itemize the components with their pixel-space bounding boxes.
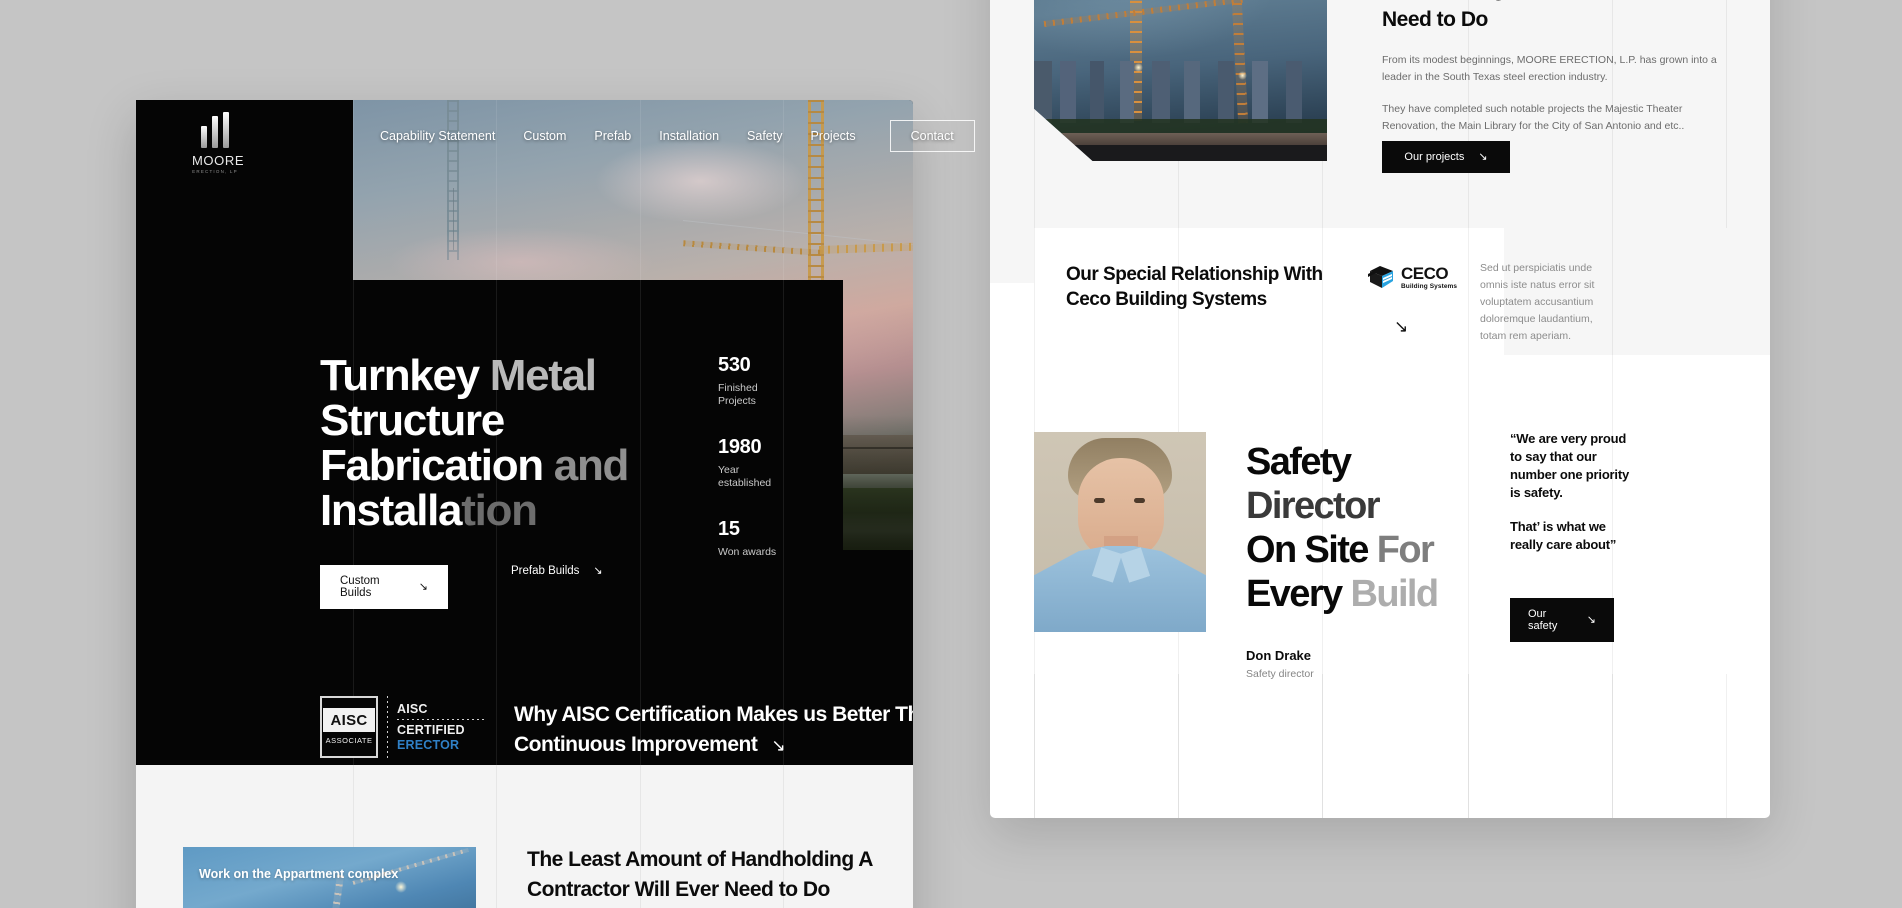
stat-number: 1980	[718, 436, 762, 458]
quote-paragraph: “We are very proud to say that our numbe…	[1510, 431, 1629, 500]
nav-item-projects[interactable]: Projects	[810, 129, 855, 143]
least-amount-headline: The Least Amount of Handholding A Contra…	[527, 848, 873, 901]
headline-part: Every	[1246, 573, 1351, 615]
logo-wordmark: MOORE	[192, 153, 245, 168]
bars-logo-icon	[192, 112, 238, 148]
crane-light	[1238, 71, 1247, 80]
aisc-line-3: ERECTOR	[397, 738, 460, 752]
aisc-headline-text: Why AISC Certification Makes us Better T…	[514, 703, 913, 756]
arrow-down-right-icon: ↘	[1478, 150, 1488, 163]
arrow-down-right-icon: ↘	[1586, 613, 1596, 626]
aisc-dotted-rule	[397, 719, 485, 720]
hero-stats: 530 Finished Projects 1980 Year establis…	[718, 354, 788, 587]
aisc-section: AISC ASSOCIATE AISC CERTIFIED ERECTOR Wh…	[136, 696, 913, 765]
ceco-body-text: Sed ut perspiciatis unde omnis iste natu…	[1480, 262, 1595, 342]
headline-part: Fabrication	[320, 441, 554, 490]
custom-builds-button[interactable]: Custom Builds ↘	[320, 565, 448, 609]
aisc-badge-box: AISC ASSOCIATE	[320, 696, 379, 758]
aisc-logo: AISC ASSOCIATE AISC CERTIFIED ERECTOR	[320, 696, 485, 758]
button-label: Prefab Builds	[511, 565, 580, 577]
crane-light	[1134, 63, 1143, 72]
logo-tagline: ERECTION, LP	[192, 169, 238, 174]
overhead-wire	[682, 220, 913, 248]
projects-body: From its modest beginnings, MOORE ERECTI…	[1382, 52, 1722, 135]
stat-number: 15	[718, 518, 740, 540]
nav-item-capability-statement[interactable]: Capability Statement	[380, 129, 495, 143]
arrow-down-right-icon: ↘	[418, 580, 428, 593]
moore-logo[interactable]: MOORE ERECTION, LP	[192, 112, 245, 174]
stat-item: 530 Finished Projects	[718, 354, 788, 408]
prefab-builds-button[interactable]: Prefab Builds ↘	[511, 565, 603, 577]
headline-part: For	[1376, 529, 1435, 571]
work-project-image[interactable]: Work on the Appartment complex	[183, 847, 476, 908]
headline-part: Safety	[1246, 441, 1352, 483]
ceco-headline: Our Special Relationship With Ceco Build…	[1066, 264, 1323, 310]
nav-item-safety[interactable]: Safety	[747, 129, 782, 143]
contact-button[interactable]: Contact	[889, 120, 975, 152]
eye	[1134, 498, 1145, 503]
stat-item: 15 Won awards	[718, 518, 788, 559]
projects-headline: Handholding A Contractor Will Ever Need …	[1382, 0, 1721, 31]
aisc-badge-sub: ASSOCIATE	[325, 735, 373, 745]
crane-wire	[453, 188, 454, 250]
aisc-badge-main: AISC	[323, 707, 376, 732]
ceco-wordmark: CECO Building Systems	[1401, 263, 1458, 290]
aisc-line-1: AISC	[397, 702, 428, 716]
nav-item-installation[interactable]: Installation	[659, 129, 719, 143]
ceco-logo-sub: Building Systems	[1401, 282, 1458, 290]
headline-part: and	[553, 441, 630, 490]
stat-item: 1980 Year established	[718, 436, 788, 490]
stat-label: Won awards	[718, 546, 777, 558]
safety-headline: Safety Director On Site For Every Build	[1246, 440, 1516, 616]
hero-headline: Turnkey Metal Structure Fabrication and …	[320, 353, 740, 533]
left-page-card: Turnkey Metal Structure Fabrication and …	[136, 100, 913, 908]
work-image-caption: Work on the Appartment complex	[199, 867, 399, 881]
button-label: Our projects	[1404, 151, 1465, 163]
arrow-down-right-icon[interactable]: ↘	[1394, 318, 1408, 335]
stat-label: Finished Projects	[718, 382, 758, 407]
aisc-headline-link[interactable]: Why AISC Certification Makes us Better T…	[514, 700, 913, 760]
aisc-text-block: AISC CERTIFIED ERECTOR	[397, 696, 485, 758]
quote-paragraph: That’ is what we really care about”	[1510, 519, 1617, 552]
stat-label: Year established	[718, 464, 772, 489]
headline-part: Installa	[320, 486, 463, 535]
main-navigation: Capability Statement Custom Prefab Insta…	[380, 120, 975, 152]
aisc-divider	[387, 696, 388, 758]
nav-item-prefab[interactable]: Prefab	[594, 129, 631, 143]
arrow-down-right-icon: ↘	[771, 736, 786, 755]
headline-part: Build	[1350, 573, 1440, 615]
apartment-complex-image[interactable]: Appartment complex 5/16/2024, Austin	[1034, 0, 1327, 161]
right-page-card: Appartment complex 5/16/2024, Austin Han…	[990, 0, 1770, 818]
projects-paragraph: From its modest beginnings, MOORE ERECTI…	[1382, 54, 1717, 83]
headline-part: On Site	[1246, 529, 1377, 571]
safety-director-role: Safety director	[1246, 668, 1314, 680]
eye	[1094, 498, 1105, 503]
headline-part: Turnkey	[320, 351, 490, 400]
headline-part: tion	[461, 486, 538, 535]
safety-director-photo	[1034, 432, 1206, 632]
projects-paragraph: They have completed such notable project…	[1382, 103, 1685, 132]
button-label: Our safety	[1528, 608, 1558, 632]
safety-director-name: Don Drake	[1246, 648, 1312, 663]
stat-number: 530	[718, 354, 751, 376]
hero-section: Turnkey Metal Structure Fabrication and …	[136, 100, 913, 765]
city-skyline	[1034, 61, 1327, 123]
safety-quote: “We are very proud to say that our numbe…	[1510, 430, 1632, 554]
grid-line	[496, 765, 497, 908]
our-projects-button[interactable]: Our projects ↘	[1382, 141, 1510, 173]
headline-part: Metal	[489, 351, 597, 400]
aisc-line-2: CERTIFIED	[397, 723, 465, 737]
button-label: Custom Builds	[340, 575, 380, 599]
our-safety-button[interactable]: Our safety ↘	[1510, 598, 1614, 642]
ceco-logo-name: CECO	[1401, 263, 1449, 283]
nav-item-custom[interactable]: Custom	[523, 129, 566, 143]
ceco-logo: CECO Building Systems	[1368, 265, 1457, 290]
ceco-cube-icon	[1368, 265, 1395, 290]
crane-jib	[818, 235, 913, 254]
crane-counter-jib	[683, 240, 824, 256]
headline-part: Director	[1246, 485, 1381, 527]
headline-part: Structure	[320, 396, 505, 445]
arrow-down-right-icon: ↘	[593, 564, 603, 577]
